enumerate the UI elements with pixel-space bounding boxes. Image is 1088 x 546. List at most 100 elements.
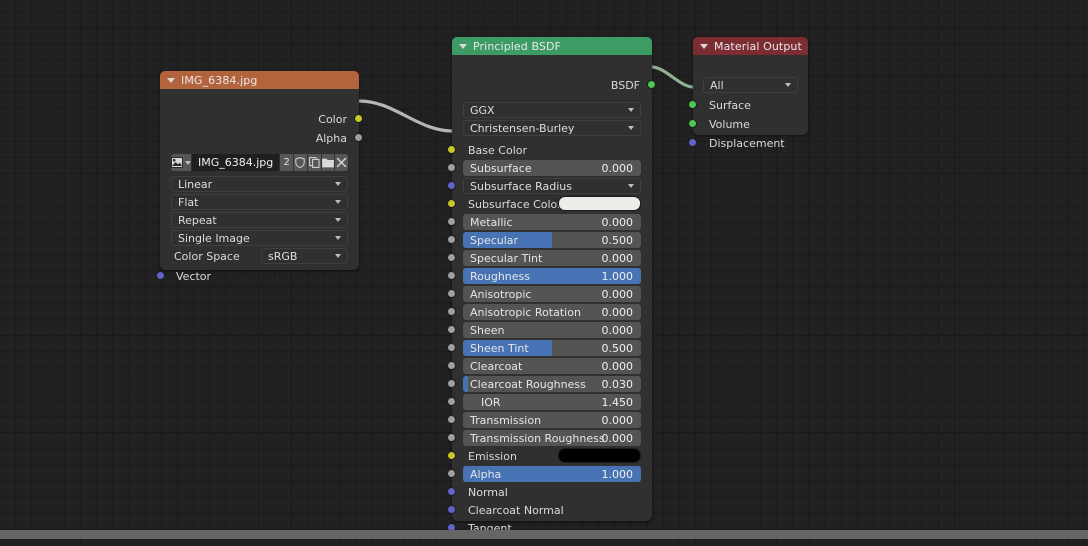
image-browse-button[interactable] — [171, 154, 191, 171]
dropdown-color-space[interactable]: sRGB — [261, 248, 348, 264]
node-editor-canvas[interactable]: IMG_6384.jpg Color Alpha — [0, 0, 1088, 546]
image-users-count[interactable]: 2 — [280, 154, 293, 171]
dropdown-subsurface-method[interactable]: Christensen-Burley — [463, 120, 641, 136]
collapse-triangle-icon[interactable] — [167, 78, 175, 83]
socket-in-sheen-tint[interactable] — [447, 343, 456, 352]
shield-icon — [295, 157, 305, 168]
new-image-button[interactable] — [308, 154, 321, 171]
input-label-displacement: Displacement — [693, 135, 808, 151]
slider-subsurface[interactable]: Subsurface 0.000 — [463, 160, 641, 176]
slider-roughness[interactable]: Roughness1.000 — [463, 268, 641, 284]
slider-label: Clearcoat — [463, 360, 522, 373]
open-image-button[interactable] — [322, 154, 335, 171]
socket-in-subsurface-color[interactable] — [447, 199, 456, 208]
input-label-surface: Surface — [693, 97, 808, 113]
slider-value: 0.500 — [602, 234, 634, 247]
fake-user-button[interactable] — [294, 154, 307, 171]
socket-in-clearcoat[interactable] — [447, 361, 456, 370]
dropdown-target[interactable]: All — [703, 77, 798, 93]
slider-value: 0.000 — [602, 324, 634, 337]
dropdown-extension[interactable]: Repeat — [171, 212, 348, 228]
slider-label: Anisotropic — [463, 288, 531, 301]
input-label-clearcoat-normal: Clearcoat Normal — [452, 502, 652, 518]
slider-value: 0.000 — [602, 306, 634, 319]
node-principled-header[interactable]: Principled BSDF — [452, 37, 652, 55]
slider-metallic[interactable]: Metallic0.000 — [463, 214, 641, 230]
node-image-header[interactable]: IMG_6384.jpg — [160, 71, 359, 89]
copy-icon — [309, 157, 320, 168]
slider-value: 0.000 — [602, 216, 634, 229]
slider-clearcoat-roughness[interactable]: Clearcoat Roughness0.030 — [463, 376, 641, 392]
slider-label: Sheen — [463, 324, 504, 337]
number-field-ior[interactable]: IOR1.450 — [463, 394, 641, 410]
output-label-alpha: Alpha — [160, 130, 359, 146]
editor-bottom-bar — [0, 530, 1088, 539]
socket-in-transmission-roughness[interactable] — [447, 433, 456, 442]
slider-label: Subsurface — [463, 162, 532, 175]
slider-specular-tint[interactable]: Specular Tint0.000 — [463, 250, 641, 266]
slider-sheen[interactable]: Sheen 0.000 — [463, 322, 641, 338]
slider-value: 0.000 — [602, 432, 634, 445]
unlink-image-button[interactable] — [335, 154, 348, 171]
input-label-emission: Emission — [468, 448, 517, 464]
dropdown-distribution[interactable]: GGX — [463, 102, 641, 118]
socket-in-alpha[interactable] — [447, 469, 456, 478]
output-label-bsdf: BSDF — [452, 77, 652, 93]
socket-in-emission[interactable] — [447, 451, 456, 460]
slider-clearcoat[interactable]: Clearcoat0.000 — [463, 358, 641, 374]
socket-in-specular-tint[interactable] — [447, 253, 456, 262]
chevron-down-icon — [628, 184, 634, 188]
node-image-texture[interactable]: IMG_6384.jpg Color Alpha — [160, 71, 359, 270]
chevron-down-icon — [335, 254, 341, 258]
slider-alpha[interactable]: Alpha1.000 — [463, 466, 641, 482]
node-output-header[interactable]: Material Output — [693, 37, 808, 55]
dropdown-source[interactable]: Single Image — [171, 230, 348, 246]
node-material-output[interactable]: Material Output All Surface Volume Displ… — [693, 37, 808, 135]
chevron-down-icon — [628, 108, 634, 112]
slider-label: Specular Tint — [463, 252, 542, 265]
node-principled-title: Principled BSDF — [473, 40, 561, 53]
socket-in-sheen[interactable] — [447, 325, 456, 334]
image-name-field[interactable]: IMG_6384.jpg — [192, 154, 279, 171]
socket-in-specular[interactable] — [447, 235, 456, 244]
slider-anisotropic[interactable]: Anisotropic0.000 — [463, 286, 641, 302]
slider-anisotropic-rotation[interactable]: Anisotropic Rotation0.000 — [463, 304, 641, 320]
image-datablock-strip[interactable]: IMG_6384.jpg 2 — [171, 154, 348, 171]
socket-in-subsurface[interactable] — [447, 163, 456, 172]
collapse-triangle-icon[interactable] — [459, 44, 467, 49]
slider-value: 0.000 — [602, 162, 634, 175]
socket-in-anisotropic-rotation[interactable] — [447, 307, 456, 316]
socket-in-metallic[interactable] — [447, 217, 456, 226]
socket-in-clearcoat-roughness[interactable] — [447, 379, 456, 388]
link-color-to-basecolor — [359, 101, 453, 131]
socket-in-anisotropic[interactable] — [447, 289, 456, 298]
color-swatch-subsurface-color[interactable] — [558, 196, 641, 211]
editor-bottom-strip — [0, 539, 1088, 546]
collapse-triangle-icon[interactable] — [700, 44, 708, 49]
label-color-space: Color Space — [174, 248, 240, 264]
slider-label: Transmission — [463, 414, 541, 427]
slider-label: Sheen Tint — [463, 342, 529, 355]
socket-in-transmission[interactable] — [447, 415, 456, 424]
socket-in-ior[interactable] — [447, 397, 456, 406]
slider-sheen-tint[interactable]: Sheen Tint 0.500 — [463, 340, 641, 356]
slider-transmission[interactable]: Transmission 0.000 — [463, 412, 641, 428]
socket-in-roughness[interactable] — [447, 271, 456, 280]
slider-specular[interactable]: Specular 0.500 — [463, 232, 641, 248]
slider-value: 0.000 — [602, 414, 634, 427]
socket-in-subsurface-radius[interactable] — [447, 181, 456, 190]
color-swatch-emission[interactable] — [558, 448, 641, 463]
slider-label: Specular — [463, 234, 518, 247]
slider-value: 0.500 — [602, 342, 634, 355]
dropdown-interpolation[interactable]: Linear — [171, 176, 348, 192]
chevron-down-icon — [785, 83, 791, 87]
chevron-down-icon — [335, 218, 341, 222]
dropdown-subsurface-radius[interactable]: Subsurface Radius — [463, 178, 641, 194]
input-label-volume: Volume — [693, 116, 808, 132]
dropdown-projection[interactable]: Flat — [171, 194, 348, 210]
slider-transmission-roughness[interactable]: Transmission Roughness0.000 — [463, 430, 641, 446]
slider-label: Alpha — [463, 468, 501, 481]
node-principled-bsdf[interactable]: Principled BSDF BSDF GGX Christensen-Bur… — [452, 37, 652, 521]
input-label-base-color: Base Color — [452, 142, 652, 158]
input-label-normal: Normal — [452, 484, 652, 500]
